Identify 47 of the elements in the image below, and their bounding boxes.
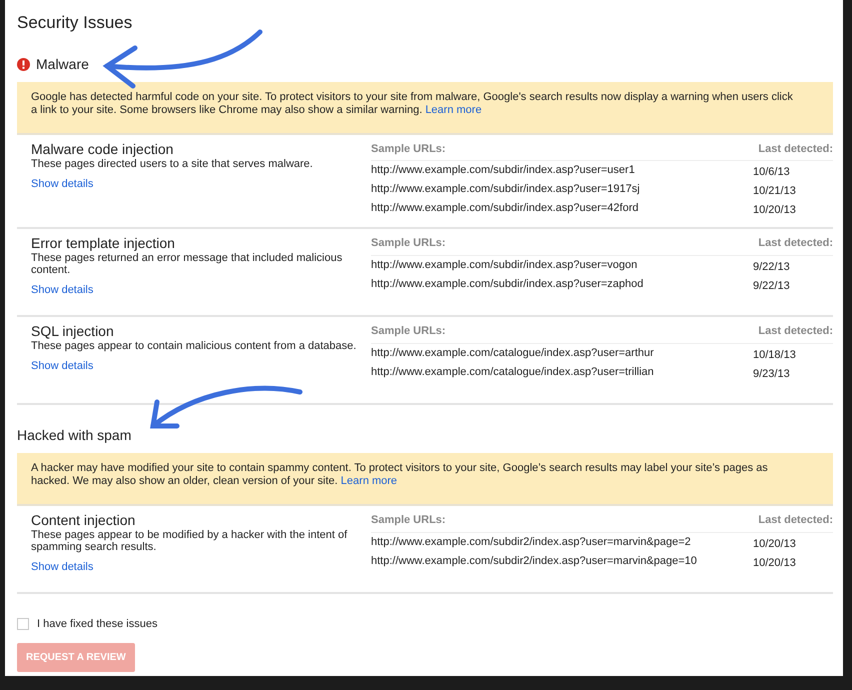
issue-title: SQL injection	[31, 323, 115, 340]
issue-title: Error template injection	[31, 235, 176, 252]
checkbox[interactable]	[17, 618, 29, 630]
column-header: Sample URLs:	[371, 142, 446, 156]
detected-date: 10/21/13	[753, 184, 797, 199]
warning-notice: A hacker may have modified your site to contain spammy content. To protect visitors to your site, Google’s search results may label your site’s pages as hacked. We may also show an older, clean version of your site. Learn more	[17, 453, 833, 506]
column-header: Last detected:	[758, 513, 833, 528]
issue-description: These pages directed users to a site that serves malware.	[31, 158, 314, 170]
column-header: Sample URLs:	[371, 236, 446, 251]
detected-date: 10/20/13	[753, 536, 797, 552]
sample-url: http://www.example.com/subdir/index.asp?user=user1	[371, 163, 635, 178]
issue-description: These pages returned an error message that included malicious content.	[31, 252, 344, 276]
sample-url: http://www.example.com/subdir/index.asp?user=42ford	[371, 201, 639, 216]
issue-title: Malware code injection	[31, 140, 174, 158]
detected-date: 9/23/13	[753, 366, 791, 382]
sample-url: http://www.example.com/subdir/index.asp?user=zaphod	[371, 276, 644, 292]
page-title: Security Issues	[17, 12, 134, 34]
issue-title: Content injection	[31, 512, 136, 529]
sample-url: http://www.example.com/subdir2/index.asp?user=marvin&page=2	[371, 534, 691, 550]
sample-url: http://www.example.com/subdir/index.asp?user=1917sj	[371, 182, 640, 197]
show-details-link[interactable]: Show details	[31, 559, 94, 576]
checkbox-label: I have fixed these issues	[37, 617, 158, 632]
detected-date: 10/18/13	[753, 348, 797, 362]
column-header: Last detected:	[758, 236, 833, 251]
issue-description: These pages appear to be modified by a hacker with the intent of spamming search results.	[31, 529, 348, 553]
sample-url: http://www.example.com/subdir/index.asp?user=vogon	[371, 258, 638, 272]
section-heading: Malware	[36, 54, 89, 74]
column-header: Last detected:	[758, 324, 833, 339]
sample-url: http://www.example.com/subdir2/index.asp?user=marvin&page=10	[371, 554, 697, 568]
warning-notice: Google has detected harmful code on your site. To protect visitors to your site from malware, Google's search results now display a warning when users click a link to your site. Some browsers like Chrome may also show a similar warning. Learn more	[17, 82, 833, 134]
column-header: Last detected:	[758, 142, 833, 156]
learn-more-link[interactable]: Learn more	[340, 475, 398, 487]
sample-url: http://www.example.com/catalogue/index.asp?user=trillian	[371, 364, 654, 380]
detected-date: 9/22/13	[753, 278, 791, 294]
show-details-link[interactable]: Show details	[31, 176, 94, 192]
show-details-link[interactable]: Show details	[31, 358, 94, 374]
detected-date: 10/20/13	[753, 556, 797, 570]
learn-more-link[interactable]: Learn more	[425, 104, 482, 116]
show-details-link[interactable]: Show details	[31, 282, 94, 298]
detected-date: 10/6/13	[753, 165, 791, 180]
section-heading: Hacked with spam	[17, 426, 132, 445]
detected-date: 10/20/13	[753, 203, 797, 218]
column-header: Sample URLs:	[371, 324, 446, 339]
detected-date: 9/22/13	[753, 260, 791, 274]
issue-description: These pages appear to contain malicious content from a database.	[31, 340, 358, 352]
sample-url: http://www.example.com/catalogue/index.asp?user=arthur	[371, 346, 654, 360]
column-header: Sample URLs:	[371, 513, 446, 528]
